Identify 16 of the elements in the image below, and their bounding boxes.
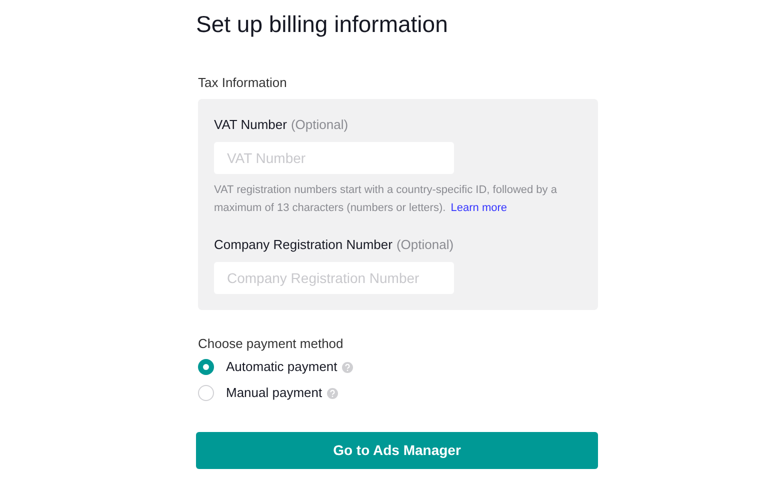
radio-button[interactable] [198, 385, 214, 401]
field-label: VAT Number [214, 117, 287, 133]
section-heading: Tax Information [198, 75, 287, 91]
field-label: Company Registration Number [214, 237, 392, 253]
page-title: Set up billing information [196, 10, 448, 38]
section-heading: Choose payment method [198, 336, 344, 352]
learn-more-link[interactable]: Learn more [450, 202, 508, 214]
help-text: VAT registration numbers start with a country-specific ID, followed by a maximum of 13 characters (numbers or letters). Learn more [214, 183, 558, 216]
radio-button[interactable] [198, 359, 214, 375]
option-label: Automatic payment [226, 358, 338, 376]
optional-hint: (Optional) [396, 237, 454, 253]
go-to-ads-manager-button[interactable]: Go to Ads Manager [196, 432, 598, 469]
option-label: Manual payment [226, 384, 322, 402]
help-icon[interactable] [327, 388, 338, 398]
help-icon[interactable] [342, 362, 354, 372]
optional-hint: (Optional) [290, 117, 348, 133]
